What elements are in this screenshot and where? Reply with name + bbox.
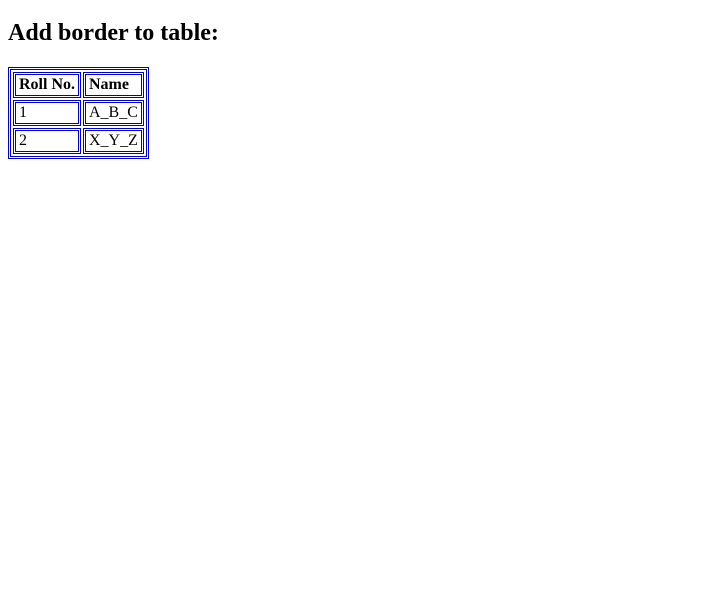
cell-roll: 2	[13, 128, 81, 154]
table-row: 1 A_B_C	[13, 100, 144, 126]
header-roll-no: Roll No.	[13, 72, 81, 98]
data-table: Roll No. Name 1 A_B_C 2 X_Y_Z	[8, 67, 149, 159]
header-name: Name	[83, 72, 144, 98]
cell-name: X_Y_Z	[83, 128, 144, 154]
cell-roll: 1	[13, 100, 81, 126]
page-heading: Add border to table:	[8, 20, 694, 47]
table-header-row: Roll No. Name	[13, 72, 144, 98]
cell-name: A_B_C	[83, 100, 144, 126]
table-row: 2 X_Y_Z	[13, 128, 144, 154]
